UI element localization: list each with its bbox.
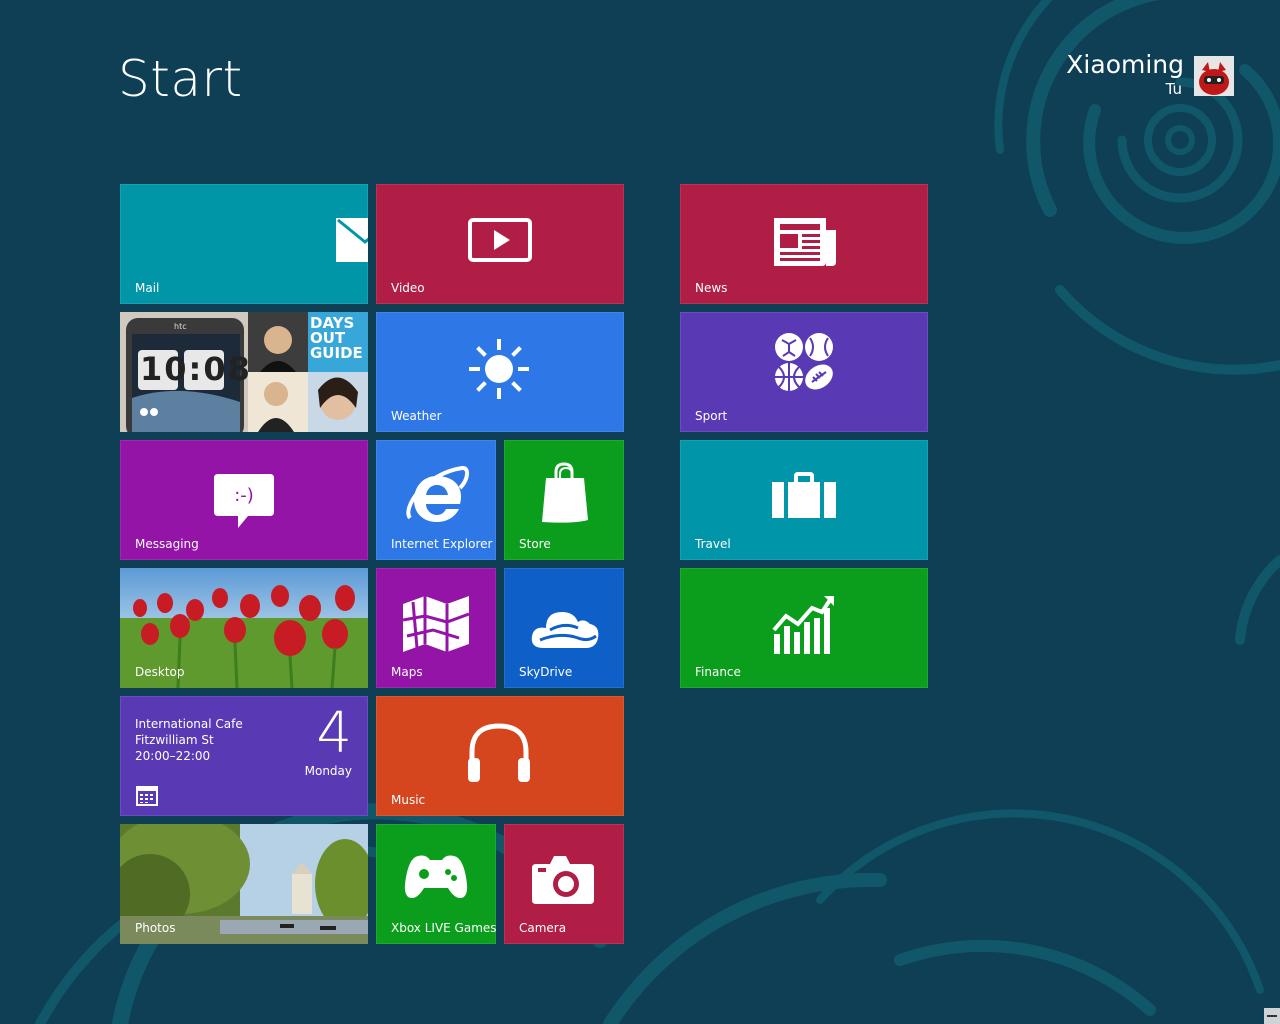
tile-label: Music	[391, 793, 426, 807]
tile-people[interactable]: htc 10:08 DAYS OUT GUIDE	[120, 312, 368, 432]
tile-label: SkyDrive	[519, 665, 573, 679]
mail-icon	[336, 218, 368, 262]
phone-brand: htc	[174, 322, 187, 331]
page-title: Start	[118, 50, 243, 108]
tile-label: Store	[519, 537, 551, 551]
sport-icon	[775, 333, 833, 391]
tile-music[interactable]: Music	[376, 696, 624, 816]
calendar-day-number: 4	[316, 701, 352, 766]
cloud-icon	[531, 612, 599, 648]
calendar-icon	[136, 786, 158, 806]
messaging-icon: :-)	[214, 474, 274, 528]
tile-label: Video	[391, 281, 425, 295]
tile-desktop[interactable]: Desktop	[120, 568, 368, 688]
tile-label: Camera	[519, 921, 567, 935]
semantic-zoom-button[interactable]	[1264, 1008, 1280, 1024]
video-icon	[468, 218, 532, 262]
tile-label: Photos	[135, 921, 176, 935]
user-account[interactable]: Xiaoming Tu	[1066, 50, 1184, 98]
tile-label: Maps	[391, 665, 423, 679]
tile-label: Sport	[695, 409, 728, 423]
game-controller-icon	[404, 855, 468, 898]
tile-messaging[interactable]: :-) Messaging	[120, 440, 368, 560]
tile-skydrive[interactable]: SkyDrive	[504, 568, 624, 688]
tile-maps[interactable]: Maps	[376, 568, 496, 688]
headphones-icon	[468, 723, 530, 782]
tile-news[interactable]: News	[680, 184, 928, 304]
tile-internet-explorer[interactable]: Internet Explorer	[376, 440, 496, 560]
internet-explorer-icon	[406, 466, 469, 522]
tile-label: Internet Explorer	[391, 537, 493, 551]
calendar-day-name: Monday	[304, 764, 352, 778]
user-first-name: Xiaoming	[1066, 50, 1184, 79]
avatar[interactable]	[1194, 56, 1234, 96]
phone-clock: 10:08	[140, 350, 252, 388]
svg-text::-): :-)	[234, 485, 254, 506]
store-bag-icon	[542, 462, 588, 523]
user-last-name: Tu	[1165, 80, 1182, 98]
tile-camera[interactable]: Camera	[504, 824, 624, 944]
tile-calendar[interactable]: International Cafe Fitzwilliam St 20:00–…	[120, 696, 368, 816]
tile-label: Desktop	[135, 665, 185, 679]
finance-chart-icon	[772, 596, 834, 654]
tile-mail[interactable]: Mail	[120, 184, 368, 304]
tile-label: Mail	[135, 281, 160, 295]
tile-label: News	[695, 281, 728, 295]
tile-label: Weather	[391, 409, 442, 423]
sun-icon	[469, 339, 529, 399]
tile-weather[interactable]: Weather	[376, 312, 624, 432]
calendar-event-location: Fitzwilliam St	[135, 733, 214, 747]
tile-label: Messaging	[135, 537, 199, 551]
tile-sport[interactable]: Sport	[680, 312, 928, 432]
camera-icon	[532, 856, 594, 904]
calendar-event-title: International Cafe	[135, 717, 243, 731]
tile-label: Finance	[695, 665, 741, 679]
tile-label: Travel	[695, 537, 731, 551]
tile-video[interactable]: Video	[376, 184, 624, 304]
tile-photos[interactable]: Photos	[120, 824, 368, 944]
tile-xbox-live-games[interactable]: Xbox LIVE Games	[376, 824, 496, 944]
tile-finance[interactable]: Finance	[680, 568, 928, 688]
tile-store[interactable]: Store	[504, 440, 624, 560]
guide-text: DAYS OUT GUIDE	[310, 314, 363, 362]
calendar-event: International Cafe Fitzwilliam St 20:00–…	[135, 716, 243, 764]
suitcase-icon	[772, 472, 836, 518]
news-icon	[774, 218, 836, 266]
tile-travel[interactable]: Travel	[680, 440, 928, 560]
map-icon	[403, 596, 469, 652]
calendar-event-time: 20:00–22:00	[135, 749, 211, 763]
tile-label: Xbox LIVE Games	[391, 921, 496, 935]
